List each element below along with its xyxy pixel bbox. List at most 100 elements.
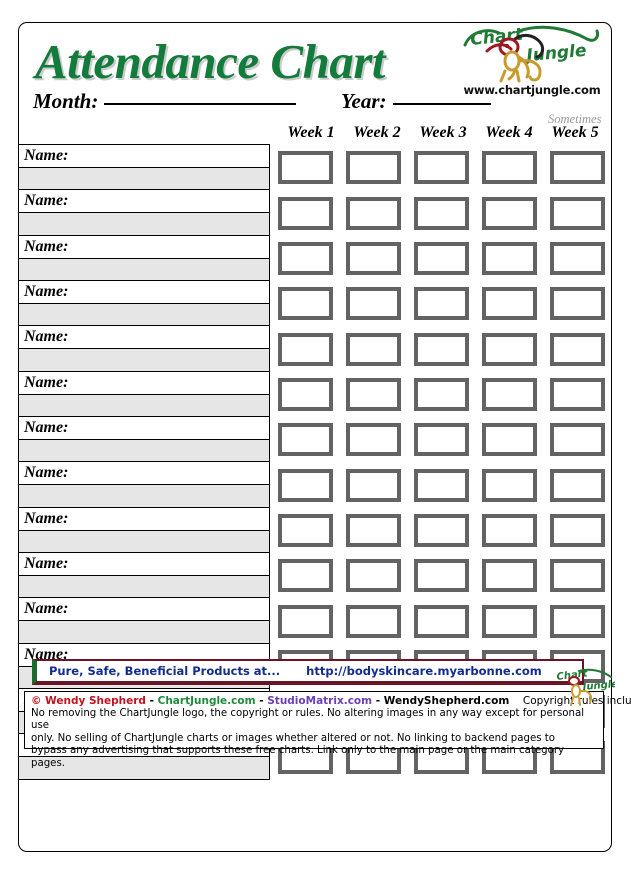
attendance-checkbox[interactable] [346,513,401,547]
attendance-checkbox[interactable] [550,559,605,593]
name-cell[interactable]: Name: [18,597,270,644]
attendance-checkbox[interactable] [346,423,401,457]
name-write-area[interactable] [19,530,269,553]
attendance-checkbox[interactable] [346,559,401,593]
attendance-checkbox[interactable] [278,559,333,593]
attendance-checkbox[interactable] [346,468,401,502]
attendance-checkbox[interactable] [414,559,469,593]
name-write-area[interactable] [19,168,269,190]
attendance-checkbox[interactable] [482,196,537,230]
attendance-checkbox[interactable] [346,196,401,230]
table-row: Name: [18,461,611,508]
attendance-checkbox[interactable] [482,332,537,366]
link-chartjungle[interactable]: ChartJungle.com [158,695,256,707]
attendance-checkbox[interactable] [414,151,469,185]
attendance-checkbox[interactable] [550,196,605,230]
attendance-checkbox[interactable] [482,423,537,457]
attendance-checkbox[interactable] [482,468,537,502]
attendance-checkbox[interactable] [278,332,333,366]
attendance-checkbox[interactable] [414,332,469,366]
attendance-checkbox[interactable] [278,151,333,185]
attendance-checkbox[interactable] [482,513,537,547]
attendance-checkbox[interactable] [414,241,469,275]
attendance-checkbox[interactable] [414,468,469,502]
advert-banner[interactable]: Pure, Safe, Beneficial Products at... ht… [32,659,584,685]
month-write-line[interactable] [104,103,297,105]
week-column-header: Week 1 [287,124,335,141]
name-write-area[interactable] [19,304,269,326]
attendance-checkbox[interactable] [550,287,605,321]
attendance-checkbox[interactable] [346,241,401,275]
name-label: Name: [19,417,269,441]
attendance-checkbox[interactable] [278,604,333,638]
attendance-checkbox[interactable] [482,604,537,638]
name-cell[interactable]: Name: [18,234,270,282]
attendance-checkbox[interactable] [482,151,537,185]
name-write-area[interactable] [19,213,269,235]
attendance-checkbox[interactable] [550,241,605,275]
attendance-checkbox[interactable] [278,423,333,457]
link-wendyshepherd[interactable]: WendyShepherd.com [384,695,510,707]
name-write-area[interactable] [19,621,269,643]
attendance-checkbox[interactable] [278,513,333,547]
name-cell[interactable]: Name: [18,552,270,599]
name-cell[interactable]: Name: [18,325,270,372]
name-cell[interactable]: Name: [18,280,270,327]
name-write-area[interactable] [19,440,269,462]
attendance-checkbox[interactable] [346,377,401,411]
attendance-checkbox[interactable] [550,423,605,457]
name-write-area[interactable] [19,576,269,598]
attendance-checkbox[interactable] [414,513,469,547]
name-label: Name: [19,598,269,622]
name-write-area[interactable] [19,258,269,281]
link-studiomatrix[interactable]: StudioMatrix.com [267,695,372,707]
attendance-checkbox[interactable] [482,559,537,593]
attendance-checkbox[interactable] [550,377,605,411]
name-write-area[interactable] [19,485,269,507]
name-cell[interactable]: Name: [18,370,270,418]
name-cell[interactable]: Name: [18,506,270,554]
week-column-header: Week 4 [485,124,533,141]
attendance-checkbox[interactable] [414,287,469,321]
chartjungle-logo-icon: Chart Jungle [457,24,607,83]
credit-separator-2: - [259,695,264,707]
advert-url[interactable]: http://bodyskincare.myarbonne.com [306,664,542,678]
attendance-checkbox[interactable] [482,287,537,321]
attendance-checkbox[interactable] [482,377,537,411]
attendance-checkbox[interactable] [278,241,333,275]
table-row: Name: [18,506,611,554]
table-row: Name: [18,552,611,599]
table-row: Name: [18,280,611,327]
table-row: Name: [18,325,611,372]
attendance-checkbox[interactable] [550,513,605,547]
attendance-checkbox[interactable] [414,604,469,638]
month-field[interactable]: Month: [33,89,297,114]
attendance-checkbox[interactable] [278,468,333,502]
attendance-checkbox[interactable] [278,196,333,230]
year-label: Year: [341,89,387,113]
attendance-checkbox[interactable] [346,332,401,366]
name-cell[interactable]: Name: [18,189,270,236]
name-cell[interactable]: Name: [18,461,270,508]
attendance-checkbox[interactable] [414,196,469,230]
attendance-checkbox[interactable] [346,604,401,638]
attendance-checkbox[interactable] [346,151,401,185]
attendance-checkbox[interactable] [346,287,401,321]
attendance-checkbox[interactable] [550,468,605,502]
attendance-checkbox[interactable] [278,287,333,321]
name-cell[interactable]: Name: [18,144,270,191]
name-cell[interactable]: Name: [18,416,270,463]
attendance-checkbox[interactable] [482,241,537,275]
attendance-checkbox[interactable] [550,604,605,638]
attendance-checkbox[interactable] [550,151,605,185]
attendance-checkbox[interactable] [414,377,469,411]
attendance-checkbox[interactable] [550,332,605,366]
rules-line-1: No removing the ChartJungle logo, the co… [31,708,585,732]
website-url[interactable]: www.chartjungle.com [457,83,607,97]
chartjungle-logo-block[interactable]: Chart Jungle www.chartjungle.com [457,24,607,107]
name-write-area[interactable] [19,394,269,417]
attendance-checkbox[interactable] [414,423,469,457]
name-write-area[interactable] [19,349,269,371]
attendance-checkbox[interactable] [278,377,333,411]
week-checkbox-group [270,417,611,462]
